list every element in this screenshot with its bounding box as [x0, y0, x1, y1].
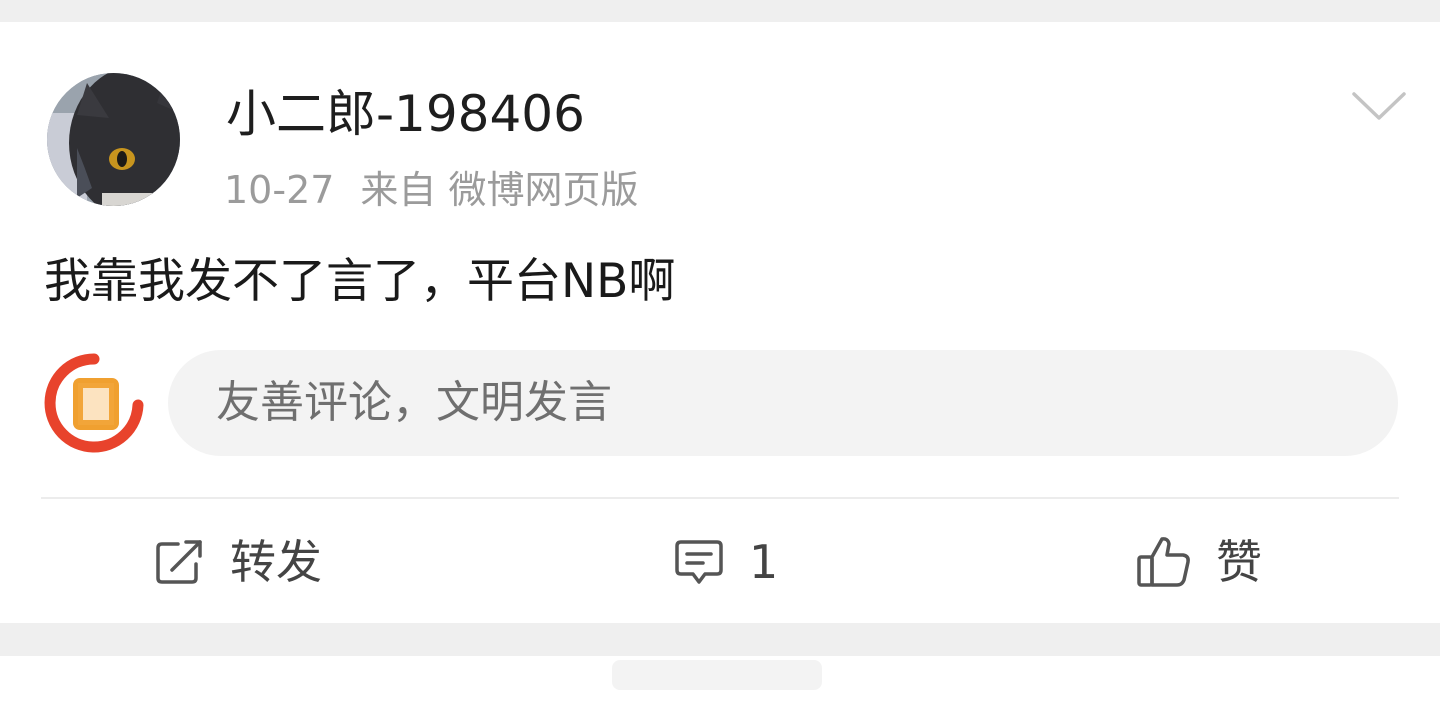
repost-label: 转发	[230, 535, 322, 589]
post-content: 我靠我发不了言了，平台NB啊	[44, 254, 676, 309]
comment-input[interactable]: 友善评论，文明发言	[168, 350, 1398, 456]
thumbs-up-icon	[1137, 537, 1190, 587]
cat-avatar-icon	[47, 73, 180, 206]
more-options-button[interactable]	[1350, 88, 1408, 124]
comment-placeholder: 友善评论，文明发言	[216, 377, 612, 428]
like-button[interactable]: 赞	[1136, 532, 1262, 592]
top-separator	[0, 0, 1440, 22]
username[interactable]: 小二郎-198406	[226, 84, 585, 144]
weibo-d-logo-icon	[44, 353, 144, 453]
post-meta: 10-27 来自 微博网页版	[224, 167, 639, 213]
comment-button[interactable]: 1	[673, 532, 778, 592]
repost-button[interactable]: 转发	[154, 532, 322, 592]
post-card: 小二郎-198406 10-27 来自 微博网页版 我靠我发不了言了，平台NB啊 …	[0, 22, 1440, 623]
my-avatar[interactable]	[44, 353, 144, 453]
chevron-down-icon	[1352, 92, 1406, 120]
comment-count: 1	[749, 535, 779, 589]
post-source: 来自 微博网页版	[360, 168, 639, 212]
blurred-indicator	[612, 660, 822, 690]
bottom-separator	[0, 623, 1440, 656]
divider	[41, 497, 1399, 499]
like-label: 赞	[1216, 535, 1262, 589]
user-avatar[interactable]	[47, 73, 180, 206]
repost-icon	[156, 540, 202, 584]
comment-icon	[675, 540, 723, 584]
post-time: 10-27	[224, 168, 335, 212]
